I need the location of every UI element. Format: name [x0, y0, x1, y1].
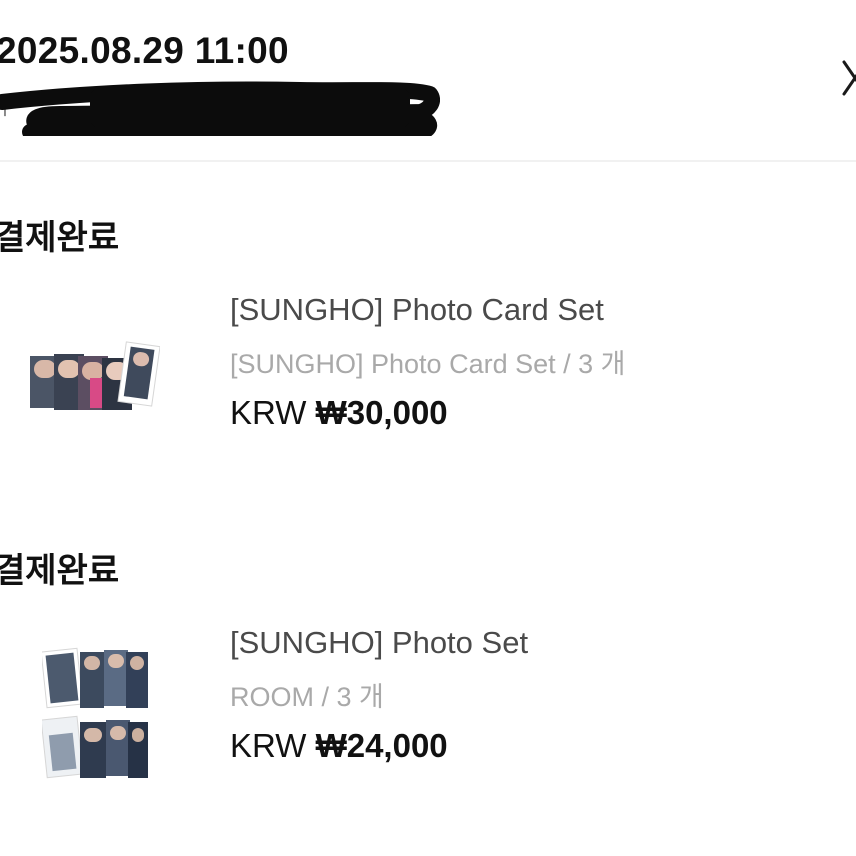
order-status: 결제완료 — [0, 552, 120, 590]
order-datetime: 2025.08.29 11:00 — [0, 30, 289, 71]
order-status: 결제완료 — [0, 219, 120, 257]
product-option: [SUNGHO] Photo Card Set / 3 개 — [230, 349, 626, 379]
price-currency: KRW — [230, 394, 307, 431]
price-amount: ₩30,000 — [315, 394, 448, 431]
close-icon — [842, 60, 856, 96]
price-amount: ₩24,000 — [315, 727, 448, 764]
product-title[interactable]: [SUNGHO] Photo Card Set — [230, 292, 604, 328]
price-currency: KRW — [230, 727, 307, 764]
photo-set-thumbnail[interactable] — [42, 646, 150, 780]
product-price: KRW ₩24,000 — [230, 727, 448, 765]
order-detail-page: 2025.08.29 11:00 주 결제완료 [SUNGHO] Photo C… — [0, 0, 856, 856]
close-button[interactable] — [832, 56, 856, 100]
redaction-scribble — [0, 81, 440, 136]
product-title[interactable]: [SUNGHO] Photo Set — [230, 625, 528, 661]
product-option: ROOM / 3 개 — [230, 682, 384, 712]
order-header: 2025.08.29 11:00 주 — [0, 0, 856, 162]
product-price: KRW ₩30,000 — [230, 394, 448, 432]
photo-card-set-thumbnail[interactable] — [28, 338, 160, 414]
